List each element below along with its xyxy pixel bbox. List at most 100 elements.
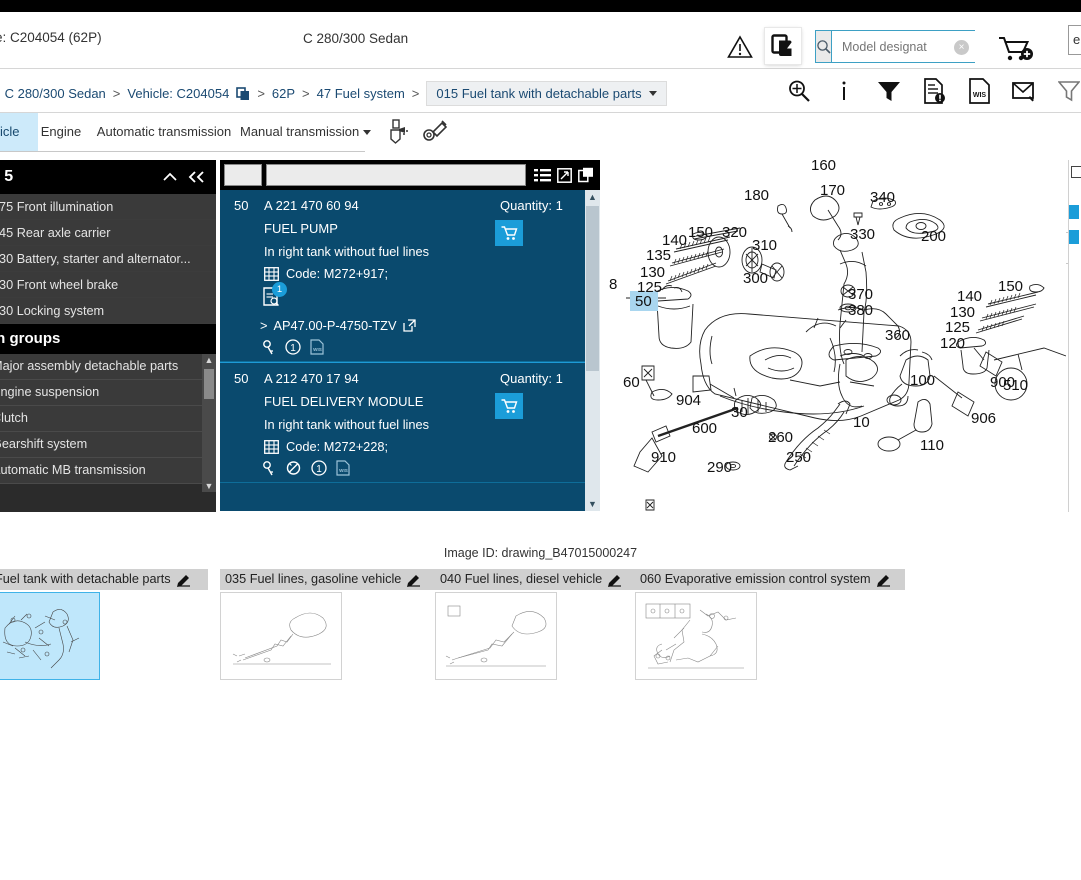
chevron-down-icon[interactable] xyxy=(363,130,372,136)
breadcrumb-chip-subgroup[interactable]: 015 Fuel tank with detachable parts xyxy=(426,81,667,106)
scroll-down-icon[interactable]: ▼ xyxy=(585,497,600,511)
exploded-parts-diagram[interactable]: 160180 170 340330 200 150140 320 310135130 … xyxy=(600,160,1066,512)
breadcrumb-item-model[interactable]: C 280/300 Sedan xyxy=(5,86,106,101)
expand-icon[interactable] xyxy=(557,167,572,183)
sidebar-scrollbar[interactable]: ▲ ▼ xyxy=(202,354,216,492)
sidebar-group-clutch[interactable]: Clutch xyxy=(0,406,216,432)
sidebar-item-rear-axle-carrier[interactable]: 045 Rear axle carrier xyxy=(0,220,216,246)
breadcrumb-sep: > xyxy=(302,86,310,101)
thumbnail-cell-evaporative-emission[interactable]: 060 Evaporative emission control system xyxy=(635,569,905,680)
list-view-icon[interactable] xyxy=(534,167,551,183)
edit-icon[interactable] xyxy=(407,573,421,587)
technical-drawing-canvas[interactable]: 160 180 170 340 330 200 150 140 320 310 135 130 … xyxy=(600,160,1066,512)
wis-icon[interactable]: WIS xyxy=(310,339,324,355)
copy-documents-icon[interactable] xyxy=(765,28,801,64)
edit-icon[interactable] xyxy=(176,573,191,587)
key-icon[interactable] xyxy=(262,460,276,476)
mail-edit-icon[interactable] xyxy=(1010,77,1038,105)
edit-icon[interactable] xyxy=(876,573,891,587)
tab-vehicle[interactable]: icle xyxy=(0,113,38,151)
peek-tab-2[interactable] xyxy=(1069,230,1079,244)
scroll-down-icon[interactable]: ▼ xyxy=(202,480,216,492)
double-chevron-left-icon[interactable] xyxy=(186,169,208,185)
sidebar-item-front-wheel-brake[interactable]: 030 Front wheel brake xyxy=(0,272,216,298)
sidebar-item-battery-starter-alternator[interactable]: 030 Battery, starter and alternator... xyxy=(0,246,216,272)
model-designation-search[interactable]: × xyxy=(815,30,1003,63)
part-footer-icons: 1 WIS xyxy=(262,339,600,355)
info-icon[interactable] xyxy=(830,77,858,105)
scroll-up-icon[interactable]: ▲ xyxy=(585,190,600,204)
part-row-fuel-delivery-module[interactable]: 50 A 212 470 17 94 Quantity: 1 FUEL DELI… xyxy=(220,362,600,483)
tab-automatic-transmission[interactable]: Automatic transmission xyxy=(90,113,238,151)
chevron-up-icon[interactable] xyxy=(160,170,180,184)
part-name: FUEL DELIVERY MODULE xyxy=(264,394,424,409)
sidebar-group-major-assembly[interactable]: Major assembly detachable parts xyxy=(0,354,216,380)
external-link-icon[interactable] xyxy=(402,319,416,332)
paint-spray-icon[interactable] xyxy=(388,118,414,144)
thumbnail-label-text: 060 Evaporative emission control system xyxy=(640,572,871,586)
thumbnail-image-evaporative-emission[interactable] xyxy=(635,592,757,680)
sidebar-group-engine-suspension[interactable]: Engine suspension xyxy=(0,380,216,406)
parts-filter-prefix-box[interactable] xyxy=(224,164,262,186)
circle-one-icon[interactable]: 1 xyxy=(311,460,327,476)
thumbnail-cell-fuel-tank[interactable]: Fuel tank with detachable parts xyxy=(0,569,208,680)
thumbnail-label[interactable]: Fuel tank with detachable parts xyxy=(0,569,208,590)
add-part-to-cart-button[interactable] xyxy=(495,393,523,419)
grid-table-icon[interactable] xyxy=(264,439,279,454)
breadcrumb-copy-icon[interactable] xyxy=(236,86,250,101)
svg-text:150: 150 xyxy=(688,224,713,241)
breadcrumb-sep: > xyxy=(411,86,420,101)
magnifier-icon[interactable] xyxy=(816,31,832,62)
tab-engine[interactable]: Engine xyxy=(34,113,88,151)
chevron-down-icon[interactable] xyxy=(648,91,657,96)
sidebar-groups-title: in groups xyxy=(0,324,216,354)
no-entry-icon[interactable] xyxy=(285,460,302,476)
circle-one-icon[interactable]: 1 xyxy=(285,339,301,355)
thumbnail-image-fuel-lines-diesel[interactable] xyxy=(435,592,557,680)
sidebar-item-front-illumination[interactable]: 175 Front illumination xyxy=(0,194,216,220)
breadcrumb-item-vehicle[interactable]: Vehicle: C204054 xyxy=(127,86,229,101)
key-icon[interactable] xyxy=(262,339,276,355)
breadcrumb-item-code[interactable]: 62P xyxy=(272,86,295,101)
peek-box-icon[interactable] xyxy=(1071,166,1081,178)
duplicate-icon[interactable] xyxy=(578,167,594,183)
sidebar-group-gearshift-system[interactable]: Gearshift system xyxy=(0,432,216,458)
part-doc-icon-wrap: 1 xyxy=(262,282,600,309)
part-reference-link[interactable]: > AP47.00-P-4750-TZV xyxy=(260,318,600,333)
model-designation-input[interactable] xyxy=(832,31,1003,62)
tab-manual-transmission[interactable]: Manual transmission xyxy=(240,113,380,151)
grid-table-icon[interactable] xyxy=(264,266,279,281)
parts-list-scrollbar[interactable]: ▲ ▼ xyxy=(585,190,600,511)
scrollbar-thumb[interactable] xyxy=(586,206,599,371)
thumbnail-image-fuel-tank[interactable] xyxy=(0,592,100,680)
thumbnail-label[interactable]: 035 Fuel lines, gasoline vehicle xyxy=(220,569,435,590)
language-selector[interactable]: en xyxy=(1068,25,1081,55)
clear-search-icon[interactable]: × xyxy=(954,40,969,55)
partial-filter-icon[interactable] xyxy=(1055,77,1081,105)
thumbnail-image-fuel-lines-gasoline[interactable] xyxy=(220,592,342,680)
thumbnail-label[interactable]: 060 Evaporative emission control system xyxy=(635,569,905,590)
tools-icon[interactable] xyxy=(422,118,450,144)
scroll-up-icon[interactable]: ▲ xyxy=(202,354,216,366)
sidebar-item-locking-system[interactable]: 030 Locking system xyxy=(0,298,216,324)
zoom-in-icon[interactable] xyxy=(785,77,813,105)
peek-tab-1[interactable] xyxy=(1069,205,1079,219)
thumbnail-cell-fuel-lines-gasoline[interactable]: 035 Fuel lines, gasoline vehicle xyxy=(220,569,435,680)
add-to-cart-icon[interactable] xyxy=(997,34,1035,64)
wis-icon[interactable]: WIS xyxy=(336,460,350,476)
breadcrumb-item-group[interactable]: 47 Fuel system xyxy=(317,86,405,101)
warning-triangle-icon[interactable] xyxy=(727,35,753,59)
thumbnail-label[interactable]: 040 Fuel lines, diesel vehicle xyxy=(435,569,635,590)
wis-document-icon[interactable]: WIS xyxy=(965,77,993,105)
sidebar-group-automatic-mb-transmission[interactable]: Automatic MB transmission xyxy=(0,458,216,484)
parts-filter-input[interactable] xyxy=(266,164,526,186)
thumbnail-cell-fuel-lines-diesel[interactable]: 040 Fuel lines, diesel vehicle xyxy=(435,569,635,680)
right-side-peek-panel[interactable] xyxy=(1068,160,1081,512)
scrollbar-thumb[interactable] xyxy=(204,369,214,399)
parts-list-body: 50 A 221 470 60 94 Quantity: 1 FUEL PUMP… xyxy=(220,190,600,511)
document-alert-icon[interactable] xyxy=(920,77,948,105)
part-row-fuel-pump[interactable]: 50 A 221 470 60 94 Quantity: 1 FUEL PUMP… xyxy=(220,190,600,362)
edit-icon[interactable] xyxy=(608,573,622,587)
filter-icon[interactable] xyxy=(875,77,903,105)
add-part-to-cart-button[interactable] xyxy=(495,220,523,246)
